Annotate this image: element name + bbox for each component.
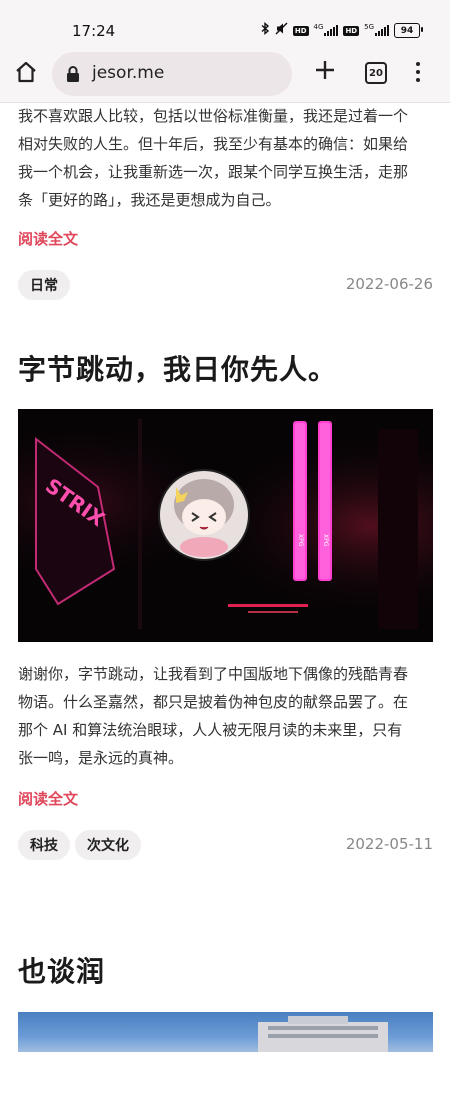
signal-icon	[324, 25, 339, 36]
read-more-link[interactable]: 阅读全文	[18, 228, 78, 249]
post-meta: 日常 2022-06-26	[18, 270, 433, 300]
post-item: 字节跳动，我日你先人。 STRIX XPG XPG 谢谢你，字节跳动，让我看到了…	[18, 300, 433, 950]
read-more-link[interactable]: 阅读全文	[18, 788, 78, 809]
url-text: jesor.me	[92, 63, 165, 83]
network-label-1: 4G	[313, 22, 324, 31]
more-vert-icon[interactable]	[412, 60, 424, 84]
lock-icon	[67, 66, 79, 82]
status-time: 17:24	[72, 22, 116, 40]
post-item: 也谈润	[18, 950, 433, 1110]
network-label-2: 5G	[364, 22, 374, 31]
post-list: 我不喜欢跟人比较，包括以世俗标准衡量，我还是过着一个 相对失败的人生。但十年后，…	[18, 102, 433, 1110]
post-title[interactable]: 也谈润	[18, 950, 105, 990]
svg-text:XPG: XPG	[297, 534, 304, 547]
status-icons: HD 4G HD 5G 94	[261, 22, 423, 39]
post-meta: 科技 次文化 2022-05-11	[18, 830, 433, 860]
signal-icon-2	[375, 25, 389, 36]
tag-tech[interactable]: 科技	[18, 830, 70, 860]
bluetooth-icon	[261, 22, 270, 39]
status-bar: 17:24 HD 4G HD 5G 94	[0, 0, 450, 44]
post-cover-image[interactable]: STRIX XPG XPG	[18, 409, 433, 642]
post-cover-image[interactable]	[18, 1012, 433, 1052]
browser-toolbar: jesor.me 20	[0, 44, 450, 103]
post-excerpt: 谢谢你，字节跳动，让我看到了中国版地下偶像的残酷青春 物语。什么圣嘉然，都只是披…	[18, 665, 409, 767]
svg-text:XPG: XPG	[322, 534, 329, 547]
post-title[interactable]: 字节跳动，我日你先人。	[18, 348, 337, 388]
tag-daily[interactable]: 日常	[18, 270, 70, 300]
post-item: 我不喜欢跟人比较，包括以世俗标准衡量，我还是过着一个 相对失败的人生。但十年后，…	[18, 102, 433, 300]
address-bar[interactable]: jesor.me	[52, 52, 292, 96]
city-image	[258, 1016, 388, 1052]
battery-icon: 94	[394, 23, 423, 38]
post-date: 2022-05-11	[345, 835, 433, 853]
tag-subculture[interactable]: 次文化	[75, 830, 141, 860]
tab-switcher-button[interactable]: 20	[365, 62, 387, 84]
post-date: 2022-06-26	[345, 275, 433, 293]
plus-icon	[316, 61, 334, 79]
hd-badge-2: HD	[343, 25, 360, 36]
home-button[interactable]	[14, 60, 40, 86]
hd-badge: HD	[292, 25, 309, 36]
new-tab-button[interactable]	[314, 59, 336, 81]
mute-icon	[275, 22, 288, 39]
pc-case-image: STRIX XPG XPG	[18, 409, 433, 642]
home-icon	[16, 61, 36, 83]
post-excerpt: 我不喜欢跟人比较，包括以世俗标准衡量，我还是过着一个 相对失败的人生。但十年后，…	[18, 107, 409, 209]
